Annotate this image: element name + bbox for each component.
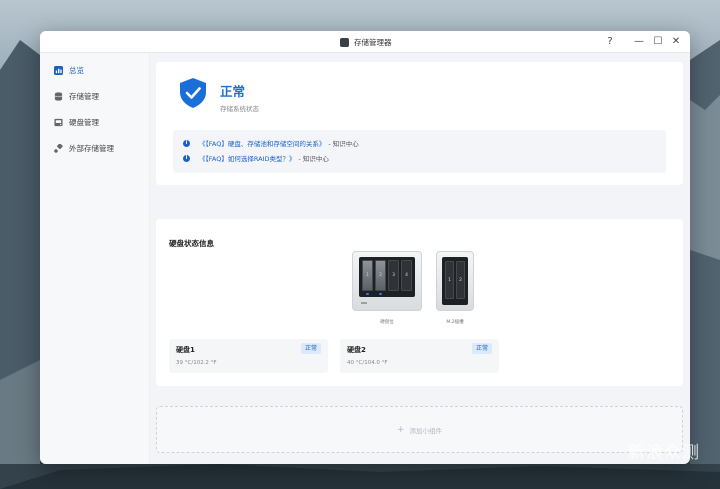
sidebar-item-label: 外部存储管理 xyxy=(69,143,114,153)
sidebar-item-external[interactable]: 外部存储管理 xyxy=(50,138,145,158)
section-title: 硬盘状态信息 xyxy=(169,239,214,248)
shield-check-icon xyxy=(180,78,206,108)
info-icon: i xyxy=(183,154,190,162)
info-icon: i xyxy=(183,139,190,147)
bay-3[interactable]: 3 xyxy=(388,260,399,291)
app-title: 存储管理器 xyxy=(340,35,392,49)
m2-slot-face: 1 2 xyxy=(442,257,468,305)
disk-name: 硬盘1 xyxy=(176,346,195,354)
sidebar-item-disks[interactable]: 硬盘管理 xyxy=(50,112,145,132)
faq-source: - 知识中心 xyxy=(328,140,359,148)
faq-link-disk-pool[interactable]: 《【FAQ】硬盘、存储池和存储空间的关系》 xyxy=(199,138,325,148)
sidebar-item-overview[interactable]: 总览 xyxy=(50,60,145,80)
sidebar-item-label: 硬盘管理 xyxy=(69,117,99,127)
help-button[interactable]: ? xyxy=(603,34,617,50)
close-button[interactable]: ✕ xyxy=(669,34,683,50)
sidebar-item-storage[interactable]: 存储管理 xyxy=(50,86,145,106)
usb-icon xyxy=(54,143,63,153)
status-badge: 正常 xyxy=(300,343,321,354)
title-bar[interactable]: 存储管理器 ? — ☐ ✕ xyxy=(40,31,690,53)
drive-bay-face: 1 2 3 4 xyxy=(359,257,415,297)
bay-led xyxy=(366,293,369,295)
disk-temperature: 40 °C/104.0 °F xyxy=(347,360,388,366)
overview-icon xyxy=(54,65,63,75)
bay-led xyxy=(379,293,382,295)
status-subtitle: 存储系统状态 xyxy=(220,105,259,113)
faq-link-raid[interactable]: 《【FAQ】如何选择RAID类型？》 xyxy=(199,153,295,163)
bay-4[interactable]: 4 xyxy=(401,260,412,291)
list-item: i 《【FAQ】硬盘、存储池和存储空间的关系》 - 知识中心 xyxy=(183,137,359,149)
device-caption: M.2插槽 xyxy=(446,320,464,325)
faq-list: i 《【FAQ】硬盘、存储池和存储空间的关系》 - 知识中心 i 《【FAQ】如… xyxy=(173,130,666,173)
database-icon xyxy=(54,91,63,101)
plus-icon: + xyxy=(396,424,405,435)
disk-tile-1[interactable]: 硬盘1 39 °C/102.2 °F 正常 xyxy=(169,339,328,373)
window-title: 存储管理器 xyxy=(354,37,392,47)
sidebar-item-label: 存储管理 xyxy=(69,91,99,101)
storage-manager-window: 存储管理器 ? — ☐ ✕ 总览 存储管理 硬盘管理 外部存储管理 正常 存储系… xyxy=(40,31,690,464)
faq-source: - 知识中心 xyxy=(298,155,329,163)
add-widget-button[interactable]: + 添加小组件 xyxy=(156,406,683,453)
status-badge: 正常 xyxy=(471,343,492,354)
bay-2[interactable]: 2 xyxy=(375,260,386,291)
indicator-bar xyxy=(361,302,367,304)
bay-1[interactable]: 1 xyxy=(362,260,373,291)
hard-drive-icon xyxy=(54,118,63,126)
maximize-button[interactable]: ☐ xyxy=(651,34,665,50)
device-caption: 硬盘位 xyxy=(380,320,394,325)
m2-slot-1[interactable]: 1 xyxy=(445,261,454,299)
system-status-card: 正常 存储系统状态 i 《【FAQ】硬盘、存储池和存储空间的关系》 - 知识中心… xyxy=(156,62,683,185)
drive-bay-device[interactable]: 1 2 3 4 xyxy=(352,251,422,311)
app-icon xyxy=(340,37,349,47)
disk-name: 硬盘2 xyxy=(347,346,366,354)
status-title: 正常 xyxy=(220,84,246,99)
sidebar: 总览 存储管理 硬盘管理 外部存储管理 xyxy=(40,53,150,464)
minimize-button[interactable]: — xyxy=(632,34,646,50)
watermark-logo: 新浪众测 xyxy=(628,443,700,463)
main-content: 正常 存储系统状态 i 《【FAQ】硬盘、存储池和存储空间的关系》 - 知识中心… xyxy=(150,53,690,464)
m2-slot-device[interactable]: 1 2 xyxy=(436,251,474,311)
m2-slot-2[interactable]: 2 xyxy=(456,261,465,299)
list-item: i 《【FAQ】如何选择RAID类型？》 - 知识中心 xyxy=(183,152,329,164)
disk-tile-2[interactable]: 硬盘2 40 °C/104.0 °F 正常 xyxy=(340,339,499,373)
sidebar-item-label: 总览 xyxy=(69,65,84,75)
disk-temperature: 39 °C/102.2 °F xyxy=(176,360,217,366)
disk-status-card: 硬盘状态信息 1 2 3 4 硬盘位 1 2 M.2插槽 硬盘1 39 °C/1… xyxy=(156,219,683,386)
add-widget-label: 添加小组件 xyxy=(409,426,443,435)
